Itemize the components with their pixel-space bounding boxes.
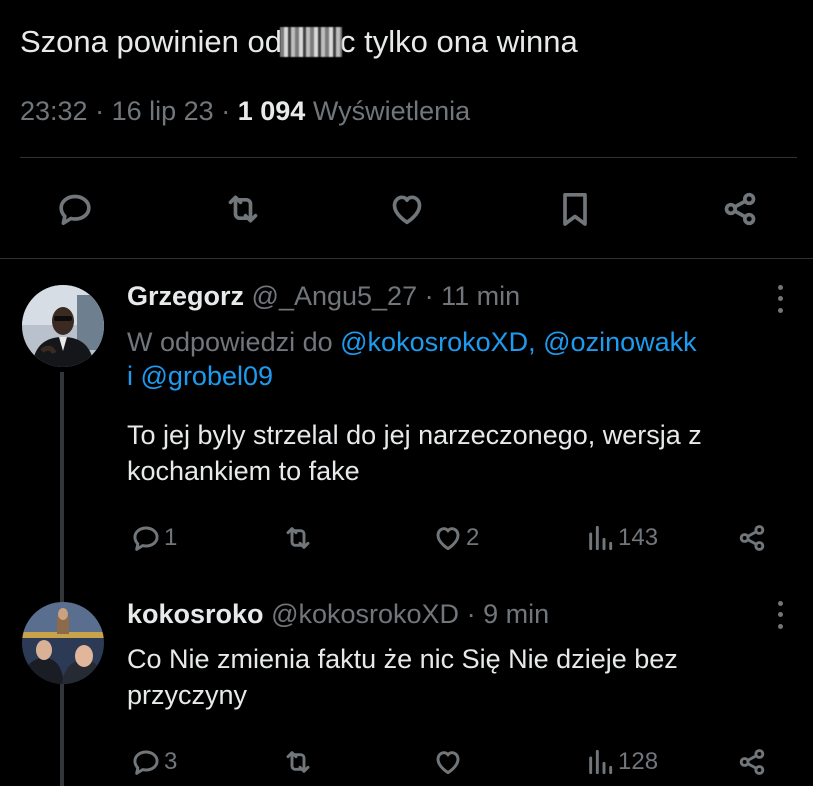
author-handle[interactable]: @kokosrokoXD — [271, 599, 459, 629]
tweet-text: Szona powinien od c tylko ona winna — [20, 22, 578, 62]
reply-header: kokosroko @kokosrokoXD · 9 min — [127, 599, 549, 630]
reply-button[interactable]: 3 — [130, 742, 177, 782]
share-button[interactable] — [736, 518, 768, 558]
dot — [777, 612, 783, 618]
author-name[interactable]: kokosroko — [127, 599, 264, 629]
avatar[interactable] — [22, 285, 104, 367]
views-icon — [589, 749, 613, 775]
reply-action-bar: 3 128 — [0, 742, 813, 782]
tweet-views-label: Wyświetlenia — [312, 96, 471, 126]
meta-separator: · — [424, 281, 434, 311]
like-button[interactable]: 2 — [432, 518, 479, 558]
author-name[interactable]: Grzegorz — [127, 281, 244, 311]
reply-time[interactable]: 11 min — [441, 281, 520, 311]
divider — [0, 258, 813, 259]
tweet-views-count: 1 094 — [237, 96, 306, 126]
like-icon — [436, 751, 460, 775]
share-icon — [739, 525, 765, 551]
meta-separator: · — [95, 96, 105, 126]
like-count: 2 — [466, 524, 480, 551]
retweet-icon — [228, 195, 258, 223]
dot — [777, 601, 783, 607]
mention-joiner: i — [127, 361, 133, 391]
views-button[interactable]: 128 — [584, 742, 658, 782]
mention-link[interactable]: @ozinowakk — [543, 327, 696, 357]
avatar-photo — [22, 602, 104, 684]
retweet-button[interactable] — [282, 742, 314, 782]
retweet-button[interactable] — [282, 518, 314, 558]
mention-link[interactable]: @kokosrokoXD, — [340, 327, 535, 357]
tweet-text-start: Szona powinien od — [20, 24, 282, 59]
share-icon — [724, 192, 756, 226]
reply-count: 3 — [164, 748, 178, 775]
replying-to: W odpowiedzi do @kokosrokoXD, @ozinowakk… — [127, 325, 697, 393]
reply-count: 1 — [164, 524, 178, 551]
views-icon — [589, 525, 613, 551]
reply-icon — [133, 526, 159, 551]
like-icon — [436, 527, 460, 551]
author-handle[interactable]: @_Angu5_27 — [252, 281, 418, 311]
like-button[interactable] — [383, 185, 431, 233]
views-count: 128 — [618, 748, 659, 775]
like-icon — [392, 195, 422, 225]
share-icon — [739, 749, 765, 775]
views-button[interactable]: 143 — [584, 518, 658, 558]
views-count: 143 — [618, 524, 659, 551]
dot — [777, 307, 783, 313]
bookmark-icon — [563, 193, 587, 226]
tweet-time[interactable]: 23:32 — [20, 96, 88, 126]
dot — [777, 285, 783, 291]
replying-prefix: W odpowiedzi do — [127, 327, 333, 357]
more-options-button[interactable] — [770, 598, 790, 632]
more-options-button[interactable] — [770, 282, 790, 316]
reply-text: To jej byly strzelal do jej narzeczonego… — [127, 420, 702, 486]
dot — [777, 623, 783, 629]
meta-separator: · — [221, 96, 231, 126]
tweet-date[interactable]: 16 lip 23 — [112, 96, 214, 126]
avatar[interactable] — [22, 602, 104, 684]
tweet-meta: 23:32 · 16 lip 23 · 1 094 Wyświetlenia — [20, 96, 470, 127]
dot — [777, 296, 783, 302]
reply-text: Co Nie zmienia faktu że nic Się Nie dzie… — [127, 644, 678, 710]
reply-action-bar: 1 2 143 — [0, 518, 813, 558]
reply-time[interactable]: 9 min — [483, 599, 549, 629]
like-button[interactable] — [432, 742, 464, 782]
retweet-button[interactable] — [219, 185, 267, 233]
reply-button[interactable]: 1 — [130, 518, 177, 558]
mention-link[interactable]: @grobel09 — [141, 361, 274, 391]
share-button[interactable] — [736, 742, 768, 782]
meta-separator: · — [466, 599, 476, 629]
divider — [20, 157, 797, 158]
tweet-action-bar — [0, 180, 813, 240]
reply-icon — [59, 194, 91, 226]
retweet-icon — [286, 751, 310, 773]
retweet-icon — [286, 527, 310, 549]
tweet-text-end: c tylko ona winna — [339, 24, 578, 59]
thread-line — [60, 372, 64, 786]
bookmark-button[interactable] — [551, 185, 599, 233]
censored-blur — [279, 27, 342, 57]
reply-header: Grzegorz @_Angu5_27 · 11 min — [127, 281, 520, 312]
avatar-photo — [22, 285, 104, 367]
share-button[interactable] — [716, 185, 764, 233]
reply-button[interactable] — [51, 185, 99, 233]
reply-icon — [133, 750, 159, 775]
